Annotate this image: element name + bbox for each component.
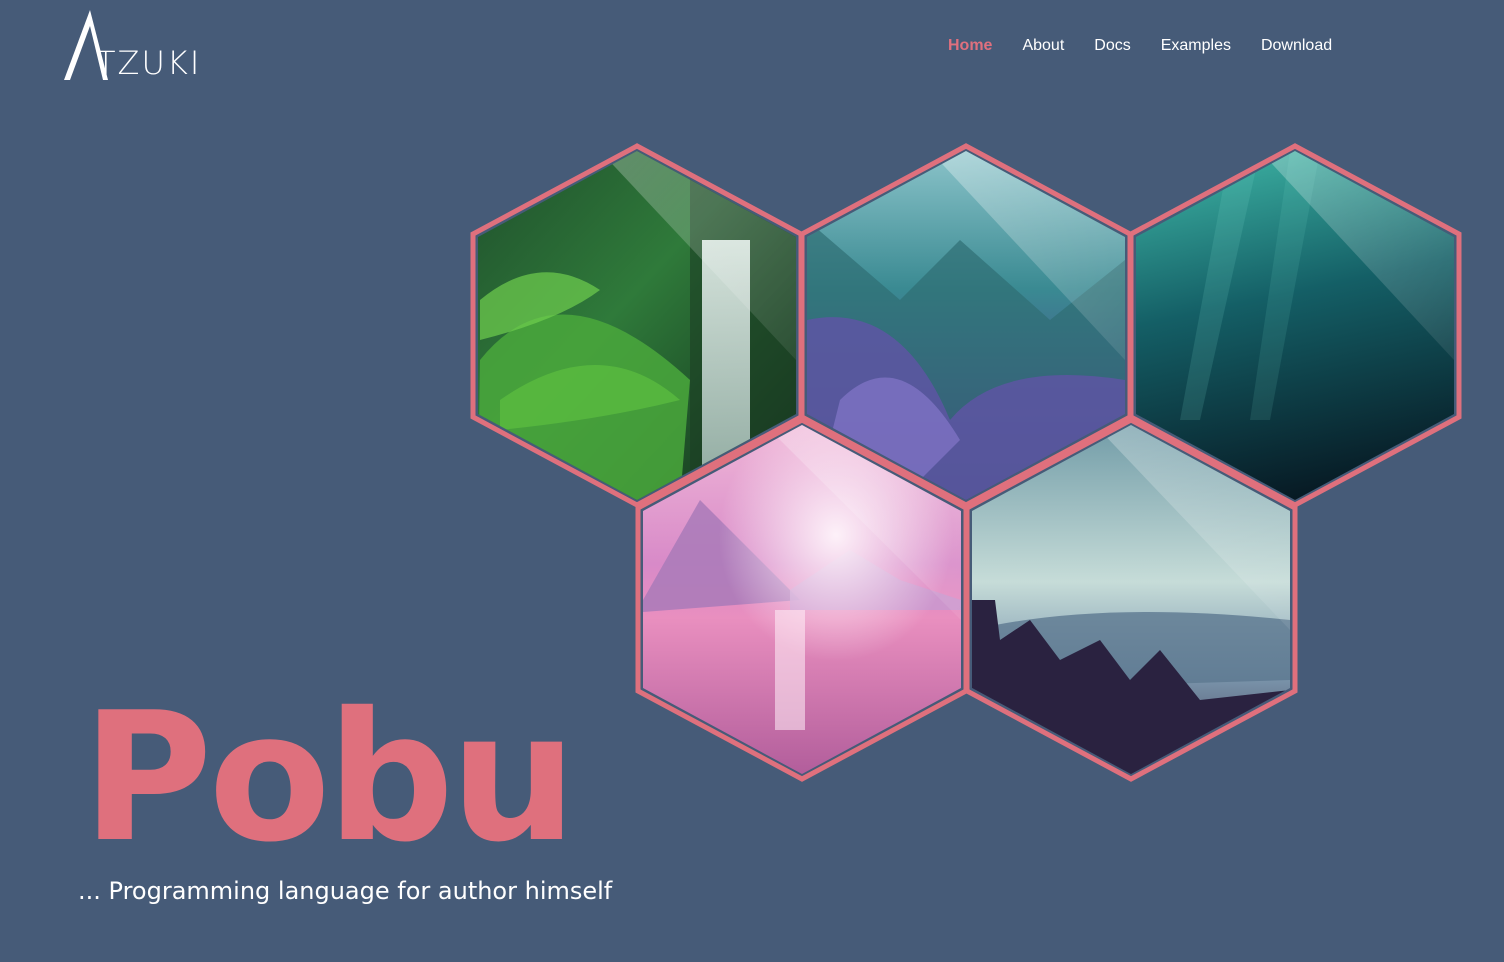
- hero-title: Pobu: [82, 674, 577, 881]
- main-nav: Home About Docs Examples Download: [948, 34, 1332, 58]
- brand-logo-text: TZUKI: [96, 44, 202, 82]
- nav-link-home[interactable]: Home: [948, 34, 992, 58]
- nav-item-home: Home: [948, 34, 992, 58]
- nav-item-about: About: [1022, 34, 1064, 58]
- nav-link-examples[interactable]: Examples: [1161, 34, 1231, 58]
- nav-item-download: Download: [1261, 34, 1332, 58]
- landing-page: TZUKI Home About Docs Examples Download: [0, 0, 1504, 962]
- nav-item-docs: Docs: [1094, 34, 1130, 58]
- nav-link-about[interactable]: About: [1022, 34, 1064, 58]
- nav-link-docs[interactable]: Docs: [1094, 34, 1130, 58]
- nav-link-download[interactable]: Download: [1261, 34, 1332, 58]
- nav-item-examples: Examples: [1161, 34, 1231, 58]
- hero-subtitle: ... Programming language for author hims…: [78, 877, 613, 905]
- brand-logo[interactable]: TZUKI: [62, 8, 242, 84]
